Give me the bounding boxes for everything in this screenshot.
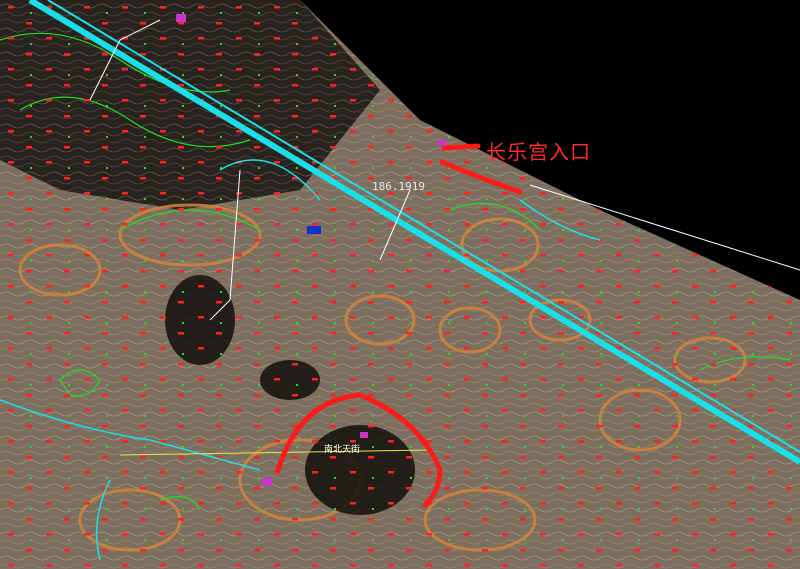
- elevation-readout: 186.1919: [372, 180, 425, 193]
- area-name-label: 南北天街: [324, 445, 361, 455]
- topographic-map[interactable]: [0, 0, 800, 569]
- entrance-label: 长乐宫入口: [486, 140, 591, 164]
- cad-viewport[interactable]: 长乐宫入口 186.1919 南北天街: [0, 0, 800, 569]
